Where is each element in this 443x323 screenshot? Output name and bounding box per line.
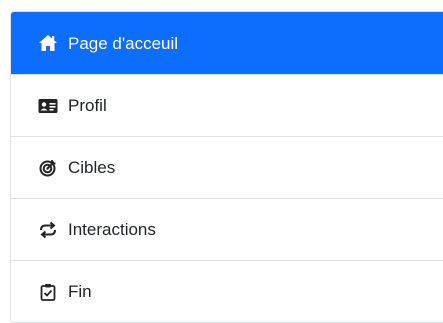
menu-item-label: Cibles bbox=[68, 158, 116, 177]
menu-item-fin[interactable]: Fin bbox=[11, 260, 443, 322]
arrows-rotate-icon bbox=[38, 220, 58, 240]
menu-item-label: Fin bbox=[68, 282, 92, 301]
menu-item-cibles[interactable]: Cibles bbox=[11, 136, 443, 198]
sidebar-menu: Page d'acceuil Profil Cibles Interaction… bbox=[10, 11, 443, 323]
menu-item-label: Page d'acceuil bbox=[68, 33, 179, 53]
clipboard-check-icon bbox=[38, 282, 58, 302]
menu-item-profil[interactable]: Profil bbox=[11, 74, 443, 136]
menu-item-label: Interactions bbox=[68, 220, 156, 239]
target-icon bbox=[38, 158, 58, 178]
home-icon bbox=[38, 33, 58, 53]
id-card-icon bbox=[38, 96, 58, 116]
menu-item-label: Profil bbox=[68, 96, 107, 115]
menu-item-interactions[interactable]: Interactions bbox=[11, 198, 443, 260]
menu-item-home[interactable]: Page d'acceuil bbox=[11, 12, 443, 74]
